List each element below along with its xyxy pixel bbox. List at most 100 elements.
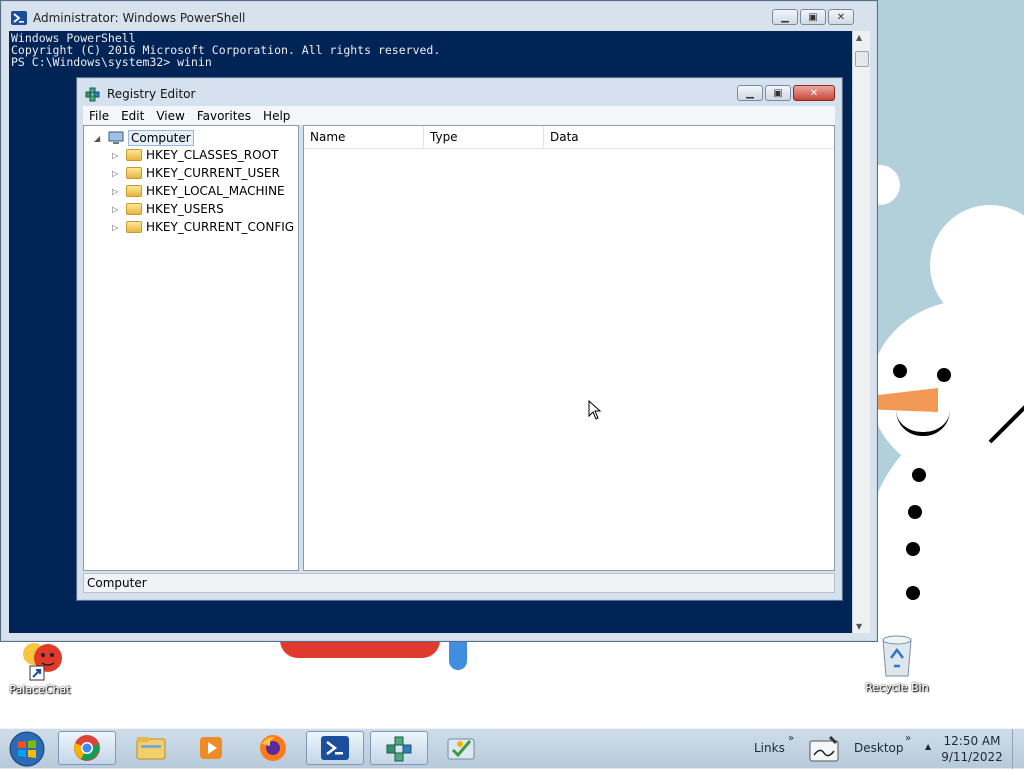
- tree-item-hkey-local-machine[interactable]: ▷ HKEY_LOCAL_MACHINE: [112, 184, 285, 198]
- snowman-eye: [937, 368, 951, 382]
- menu-edit[interactable]: Edit: [115, 109, 150, 123]
- toolbar-desktop-label[interactable]: Desktop: [854, 741, 904, 755]
- desktop-icon-label: Recycle Bin: [865, 681, 929, 694]
- registry-values-pane[interactable]: Name Type Data: [303, 125, 835, 571]
- clock-date: 9/11/2022: [941, 750, 1003, 764]
- show-hidden-icons-icon[interactable]: ▲: [925, 742, 931, 751]
- maximize-button[interactable]: ▣: [765, 85, 791, 101]
- clock-time: 12:50 AM: [943, 734, 1001, 748]
- close-button[interactable]: ✕: [793, 85, 835, 101]
- menu-help[interactable]: Help: [257, 109, 296, 123]
- snowman-button: [912, 468, 926, 482]
- show-desktop-button[interactable]: [1012, 729, 1024, 769]
- menu-view[interactable]: View: [150, 109, 190, 123]
- powershell-icon: [321, 736, 349, 760]
- scroll-down-icon[interactable]: ▼: [856, 622, 862, 631]
- powershell-title: Administrator: Windows PowerShell: [33, 11, 246, 25]
- taskbar-regedit[interactable]: [370, 731, 428, 765]
- minimize-icon: ▁: [746, 87, 754, 99]
- taskbar-media-player[interactable]: [182, 731, 240, 765]
- media-player-icon: [200, 737, 222, 759]
- recycle-bin-icon: [882, 635, 912, 677]
- column-header-name[interactable]: Name: [304, 126, 424, 148]
- tree-item-label: HKEY_LOCAL_MACHINE: [146, 184, 285, 198]
- tree-item-label: HKEY_USERS: [146, 202, 224, 216]
- expand-arrow-icon[interactable]: ▷: [112, 205, 122, 214]
- toolbar-links-label[interactable]: Links: [754, 741, 785, 755]
- column-header-data[interactable]: Data: [544, 126, 834, 148]
- column-header-type[interactable]: Type: [424, 126, 544, 148]
- status-text: Computer: [87, 576, 147, 590]
- red-shape: [280, 640, 440, 658]
- expand-arrow-icon[interactable]: ▷: [112, 169, 122, 178]
- scroll-thumb[interactable]: [855, 51, 869, 67]
- chevron-right-icon[interactable]: »: [788, 733, 794, 744]
- powershell-titlebar[interactable]: Administrator: Windows PowerShell: [11, 11, 245, 25]
- maximize-icon: ▣: [808, 11, 818, 23]
- desktop-icon-label: PalaceChat: [9, 683, 71, 696]
- powershell-window-controls: ▁ ▣ ✕: [772, 9, 854, 25]
- powershell-icon: [11, 11, 27, 25]
- firefox-icon: [260, 735, 286, 761]
- tree-item-hkey-current-user[interactable]: ▷ HKEY_CURRENT_USER: [112, 166, 280, 180]
- tree-item-label: HKEY_CLASSES_ROOT: [146, 148, 279, 162]
- expand-arrow-icon[interactable]: ▷: [112, 223, 122, 232]
- taskbar-firefox[interactable]: [244, 731, 302, 765]
- taskbar-app[interactable]: [432, 731, 490, 765]
- folder-icon: [136, 737, 166, 760]
- minimize-button[interactable]: ▁: [772, 9, 798, 25]
- snowman-button: [906, 542, 920, 556]
- maximize-button[interactable]: ▣: [800, 9, 826, 25]
- expand-arrow-icon[interactable]: ▷: [112, 151, 122, 160]
- regedit-window-controls: ▁ ▣ ✕: [737, 85, 835, 101]
- powershell-scrollbar[interactable]: ▲ ▼: [852, 31, 870, 633]
- menu-bar: File Edit View Favorites Help: [83, 106, 835, 125]
- taskbar: Links » Desktop » ▲ 12:50 AM 9/11/2022: [0, 728, 1024, 769]
- collapse-arrow-icon[interactable]: ◢: [94, 134, 104, 143]
- folder-icon: [126, 185, 142, 197]
- menu-favorites[interactable]: Favorites: [191, 109, 257, 123]
- close-icon: ✕: [809, 87, 819, 99]
- tree-root-computer[interactable]: ◢ Computer: [94, 130, 194, 146]
- registry-tree-pane[interactable]: ◢ Computer ▷ HKEY_CLASSES_ROOT ▷ HKEY_CU…: [83, 125, 299, 571]
- mouse-cursor-icon: [588, 400, 602, 420]
- start-button[interactable]: [4, 730, 50, 768]
- clock[interactable]: 12:50 AM 9/11/2022: [938, 733, 1006, 765]
- close-button[interactable]: ✕: [828, 9, 854, 25]
- chevron-right-icon[interactable]: »: [905, 733, 911, 744]
- snowman-button: [908, 505, 922, 519]
- tree-item-hkey-current-config[interactable]: ▷ HKEY_CURRENT_CONFIG: [112, 220, 294, 234]
- minimize-icon: ▁: [781, 11, 789, 23]
- desktop-icon-palacechat[interactable]: PalaceChat: [0, 640, 80, 696]
- computer-icon: [108, 131, 124, 144]
- menu-file[interactable]: File: [83, 109, 115, 123]
- taskbar-powershell[interactable]: [306, 731, 364, 765]
- folder-icon: [126, 149, 142, 161]
- checklist-icon: [447, 738, 475, 760]
- header-divider: [304, 148, 834, 149]
- registry-editor-window[interactable]: Registry Editor ▁ ▣ ✕ File Edit View Fav…: [76, 77, 843, 601]
- folder-icon: [126, 203, 142, 215]
- maximize-icon: ▣: [773, 87, 783, 99]
- windows-logo-icon: [9, 731, 45, 767]
- minimize-button[interactable]: ▁: [737, 85, 763, 101]
- tree-root-label: Computer: [128, 130, 194, 146]
- blue-drip: [449, 640, 467, 670]
- regedit-icon: [85, 87, 100, 102]
- tree-item-hkey-users[interactable]: ▷ HKEY_USERS: [112, 202, 224, 216]
- chrome-icon: [74, 735, 100, 761]
- tree-item-hkey-classes-root[interactable]: ▷ HKEY_CLASSES_ROOT: [112, 148, 278, 162]
- close-icon: ✕: [836, 11, 846, 23]
- folder-icon: [126, 221, 142, 233]
- console-line: PS C:\Windows\system32> winin: [11, 55, 212, 69]
- snowman-eye: [893, 364, 907, 378]
- taskbar-explorer[interactable]: [122, 731, 180, 765]
- signature-tablet-icon[interactable]: [808, 733, 840, 763]
- regedit-title: Registry Editor: [107, 87, 196, 101]
- scroll-up-icon[interactable]: ▲: [856, 33, 862, 42]
- status-bar: Computer: [83, 573, 835, 593]
- expand-arrow-icon[interactable]: ▷: [112, 187, 122, 196]
- regedit-titlebar[interactable]: Registry Editor: [85, 86, 195, 102]
- taskbar-chrome[interactable]: [58, 731, 116, 765]
- snowman-button: [906, 586, 920, 600]
